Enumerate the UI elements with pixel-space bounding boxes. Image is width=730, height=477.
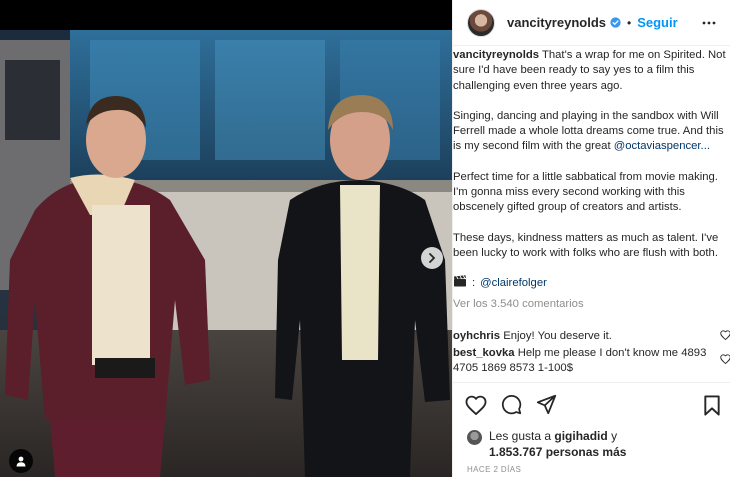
post-photo bbox=[0, 0, 452, 477]
caption-paragraph: Perfect time for a little sabbatical fro… bbox=[453, 170, 718, 214]
user-tag-icon bbox=[16, 456, 26, 467]
clapperboard-icon bbox=[453, 275, 467, 292]
author-avatar[interactable] bbox=[467, 8, 495, 37]
share-icon[interactable] bbox=[536, 394, 557, 415]
bookmark-icon[interactable] bbox=[703, 395, 721, 421]
heart-icon[interactable] bbox=[720, 330, 730, 345]
caption-paragraph: Singing, dancing and playing in the sand… bbox=[453, 109, 730, 155]
caption-author[interactable]: vancityreynolds bbox=[453, 49, 539, 61]
heart-icon[interactable] bbox=[720, 354, 730, 369]
mention-link[interactable]: @clairefolger bbox=[480, 276, 547, 291]
author-username[interactable]: vancityreynolds bbox=[507, 15, 606, 30]
post-header: vancityreynolds • Seguir bbox=[453, 0, 730, 46]
comment-item: best_kovka Help me please I don't know m… bbox=[453, 346, 730, 376]
next-photo-button[interactable] bbox=[421, 247, 443, 269]
mention-link[interactable]: @octaviaspencer... bbox=[614, 140, 710, 152]
comment-item: oyhchris Enjoy! You deserve it. bbox=[453, 329, 730, 344]
liker-username[interactable]: gigihadid bbox=[554, 429, 607, 443]
likes-summary[interactable]: Les gusta a gigihadid y 1.853.767 person… bbox=[467, 428, 730, 460]
comment-username[interactable]: oyhchris bbox=[453, 330, 500, 342]
liker-avatar bbox=[467, 430, 482, 445]
view-all-comments-link[interactable]: Ver los 3.540 comentarios bbox=[453, 297, 730, 312]
likes-count[interactable]: 1.853.767 personas más bbox=[489, 445, 626, 459]
comment-username[interactable]: best_kovka bbox=[453, 347, 515, 359]
header-separator: • bbox=[627, 15, 632, 30]
follow-button[interactable]: Seguir bbox=[637, 15, 677, 30]
caption-paragraph: These days, kindness matters as much as … bbox=[453, 231, 719, 259]
tagged-users-button[interactable] bbox=[9, 449, 33, 473]
verified-badge-icon bbox=[610, 17, 621, 28]
chevron-right-icon bbox=[429, 253, 436, 263]
post-date[interactable]: HACE 2 DÍAS bbox=[467, 465, 521, 474]
more-options-icon[interactable] bbox=[701, 15, 717, 36]
post-actions-bar bbox=[453, 382, 730, 426]
caption-paragraph: vancityreynolds That's a wrap for me on … bbox=[453, 48, 730, 94]
comment-text: Enjoy! You deserve it. bbox=[503, 330, 612, 342]
likes-connector: y bbox=[611, 429, 618, 443]
photo-credit: : @clairefolger bbox=[453, 275, 730, 292]
post-media[interactable] bbox=[0, 0, 452, 477]
heart-icon[interactable] bbox=[465, 395, 487, 415]
post-caption: vancityreynolds That's a wrap for me on … bbox=[453, 48, 730, 330]
post-side-panel: vancityreynolds • Seguir vancityreynolds… bbox=[452, 0, 730, 477]
likes-text: Les gusta a gigihadid y 1.853.767 person… bbox=[489, 428, 626, 460]
comment-icon[interactable] bbox=[501, 394, 522, 415]
likes-prefix: Les gusta a bbox=[489, 429, 552, 443]
